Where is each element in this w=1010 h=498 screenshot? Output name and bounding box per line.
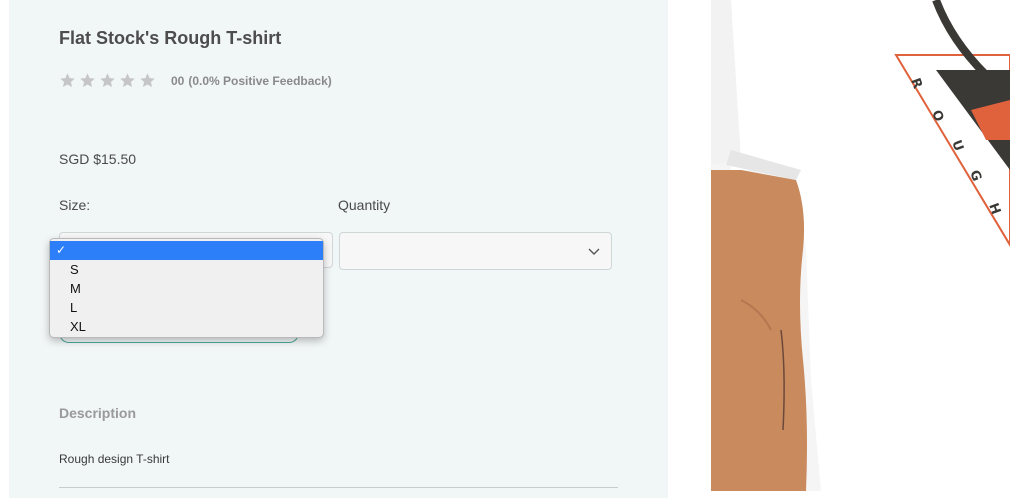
divider [59, 487, 618, 488]
description-heading: Description [59, 405, 137, 421]
rating-count: 00 [171, 73, 185, 88]
star-icon[interactable] [139, 72, 156, 89]
rating-feedback: (0.0% Positive Feedback) [188, 73, 332, 88]
size-option-blank[interactable]: ✓ [50, 241, 323, 260]
quantity-label: Quantity [338, 197, 391, 213]
rating-row: 00 (0.0% Positive Feedback) [59, 72, 332, 89]
checkmark-icon: ✓ [56, 243, 67, 257]
star-icon[interactable] [119, 72, 136, 89]
size-option-m[interactable]: M [50, 279, 323, 298]
size-dropdown-menu: ✓ S M L XL [49, 238, 324, 338]
star-icon[interactable] [79, 72, 96, 89]
quantity-select[interactable] [339, 232, 612, 270]
description-text: Rough design T-shirt [59, 452, 170, 466]
size-option-l[interactable]: L [50, 298, 323, 317]
size-option-s[interactable]: S [50, 260, 323, 279]
size-label: Size: [59, 197, 91, 213]
product-price: SGD $15.50 [59, 151, 137, 167]
product-image: R O U G H [711, 0, 1010, 491]
product-title: Flat Stock's Rough T-shirt [59, 28, 282, 48]
product-image-panel: R O U G H [668, 0, 1010, 498]
star-icon[interactable] [99, 72, 116, 89]
star-icon[interactable] [59, 72, 76, 89]
size-option-xl[interactable]: XL [50, 317, 323, 336]
chevron-down-icon [587, 244, 601, 258]
